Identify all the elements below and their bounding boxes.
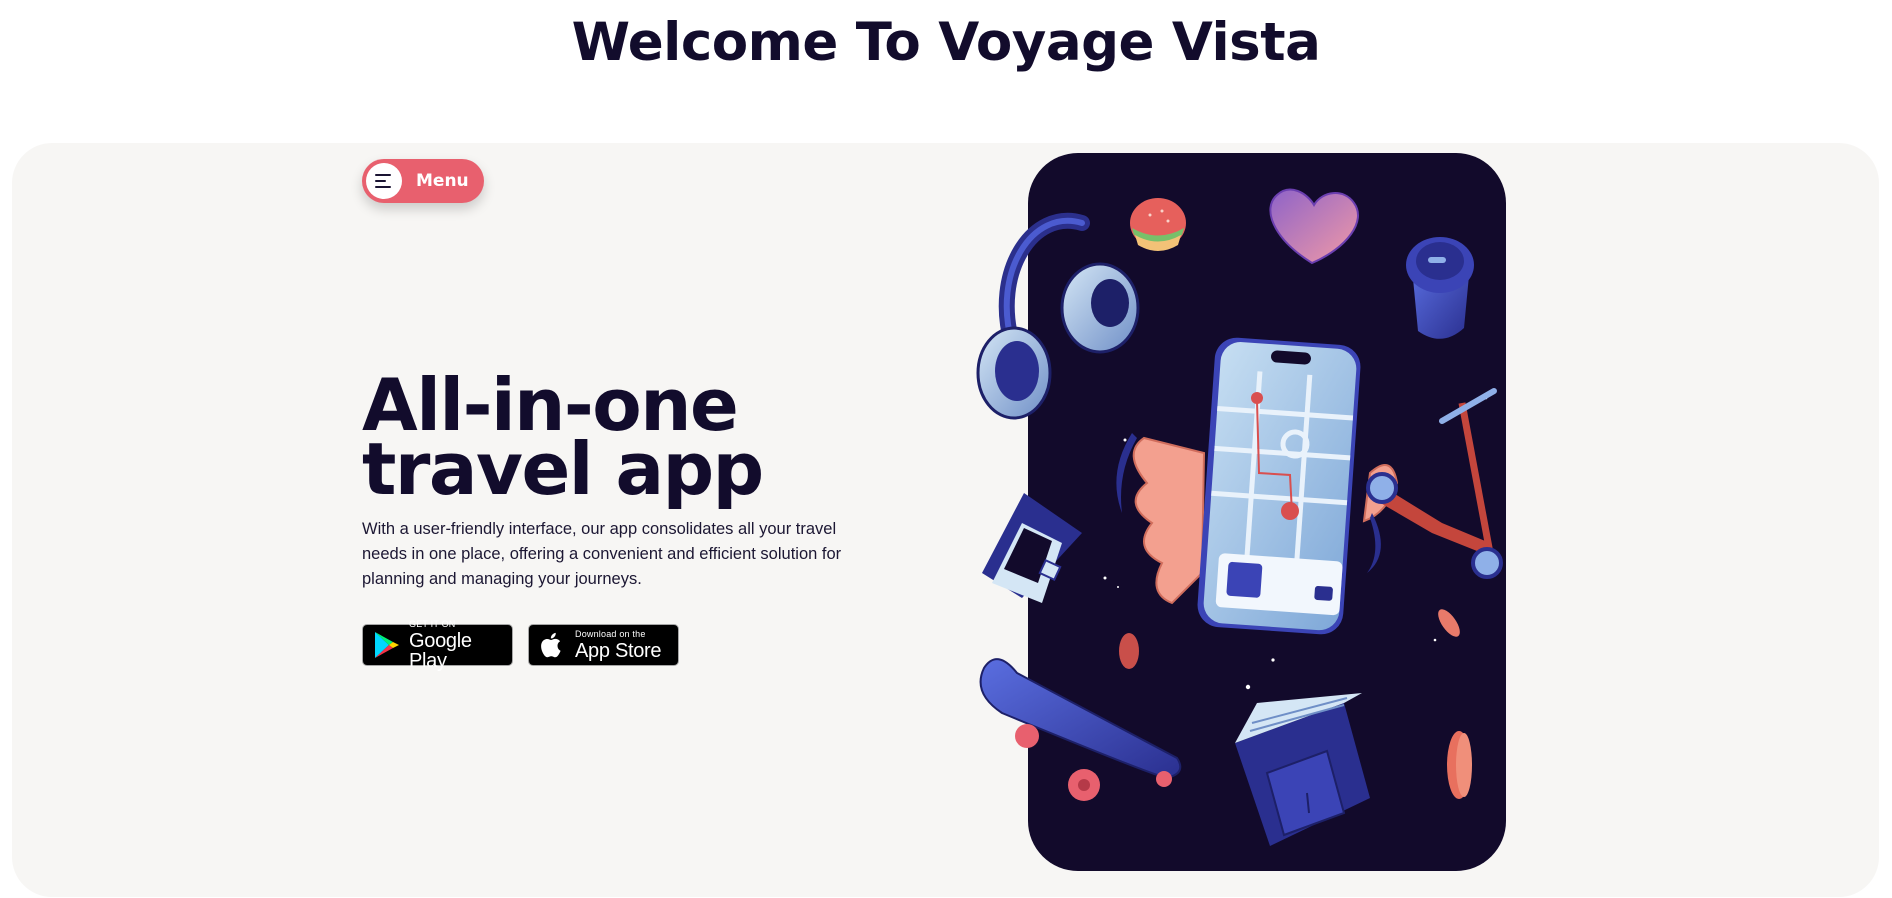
google-play-small: GET IT ON	[409, 618, 456, 629]
app-store-button[interactable]: Download on the App Store	[528, 624, 679, 666]
hero-heading: All-in-one travel app	[362, 369, 882, 511]
burger-icon	[1130, 198, 1186, 251]
menu-button[interactable]: Menu	[362, 159, 484, 203]
google-play-big: Google Play	[409, 629, 472, 672]
menu-label: Menu	[416, 171, 469, 191]
app-store-small: Download on the	[575, 628, 646, 639]
google-play-button[interactable]: GET IT ON Google Play	[362, 619, 513, 671]
hero-description: With a user-friendly interface, our app …	[362, 520, 842, 588]
hero-heading-line2: travel app	[362, 427, 764, 511]
hero-illustration	[976, 153, 1506, 871]
page-title: Welcome To Voyage Vista	[571, 12, 1321, 73]
menu-icon	[366, 163, 402, 199]
apple-icon	[541, 632, 561, 658]
google-play-icon	[375, 632, 399, 658]
app-store-big: App Store	[575, 639, 662, 662]
hero-section: Menu All-in-one travel app With a user-f…	[12, 143, 1879, 897]
